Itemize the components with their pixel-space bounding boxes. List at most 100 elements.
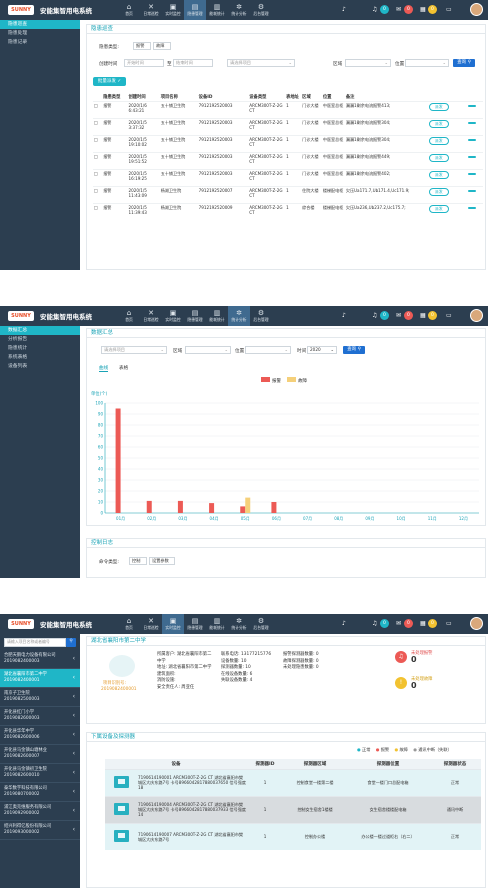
nav-daily-inspection[interactable]: ✕ 日常巡检 bbox=[140, 306, 162, 326]
nav-realtime-monitor[interactable]: ▣ 实时监控 bbox=[162, 0, 184, 20]
avatar[interactable] bbox=[470, 309, 483, 322]
command-setparam-option[interactable]: 设置参数 bbox=[149, 557, 175, 565]
more-button[interactable] bbox=[467, 156, 476, 158]
volume-icon[interactable]: ♪ bbox=[342, 619, 346, 629]
screen-icon[interactable]: ▭ bbox=[446, 619, 452, 629]
tree-item[interactable]: 南京子卫生院 2019082500003 ‹ bbox=[0, 688, 80, 707]
bell-icon[interactable]: ♫ bbox=[372, 619, 377, 629]
sidebar-item-tables[interactable]: 系统表格 bbox=[0, 353, 80, 362]
tree-item[interactable]: 开化县马金镇初卫生院 2019082600010 ‹ bbox=[0, 764, 80, 783]
row-checkbox[interactable]: □ bbox=[93, 152, 103, 170]
nav-hazard-management[interactable]: ▤ 隐患管理 bbox=[184, 306, 206, 326]
tree-item[interactable]: 开化县红门小学 2019082600003 ‹ bbox=[0, 707, 80, 726]
volume-icon[interactable]: ♪ bbox=[342, 311, 346, 321]
tab-table[interactable]: 表格 bbox=[119, 365, 128, 371]
tab-curve[interactable]: 曲线 bbox=[99, 365, 109, 372]
dispatch-button[interactable]: 派发 bbox=[428, 137, 449, 145]
nav-home[interactable]: ⌂ 首页 bbox=[118, 614, 140, 634]
dispatch-button[interactable]: 派发 bbox=[428, 154, 449, 162]
nav-realtime-monitor[interactable]: ▣ 实时监控 bbox=[162, 306, 184, 326]
more-button[interactable] bbox=[467, 207, 476, 209]
more-button[interactable] bbox=[467, 139, 476, 141]
sidebar-item-handling[interactable]: 隐患处理 bbox=[0, 29, 80, 38]
select-all-checkbox[interactable] bbox=[93, 93, 102, 102]
nav-admin[interactable]: ⚙ 后台管理 bbox=[250, 306, 272, 326]
row-checkbox[interactable]: □ bbox=[93, 135, 103, 153]
row-checkbox[interactable]: □ bbox=[93, 186, 103, 204]
nav-daily-inspection[interactable]: ✕ 日常巡检 bbox=[140, 614, 162, 634]
start-time-input[interactable]: 开始时间 bbox=[124, 59, 164, 67]
tree-item[interactable]: 开化县马金镇山塘林业 2019082600007 ‹ bbox=[0, 745, 80, 764]
nav-energy-stats[interactable]: ▥ 能耗统计 bbox=[206, 306, 228, 326]
grid-icon[interactable]: ▦ bbox=[420, 311, 426, 321]
nav-analysis[interactable]: ✲ 统计分析 bbox=[228, 614, 250, 634]
more-button[interactable] bbox=[467, 105, 476, 107]
project-select[interactable]: 请选择项目 ⌄ bbox=[101, 346, 167, 354]
sidebar-item-inspection[interactable]: 隐患巡查 bbox=[0, 20, 80, 29]
nav-admin[interactable]: ⚙ 后台管理 bbox=[250, 614, 272, 634]
sidebar-item-hazard-stats[interactable]: 隐患统计 bbox=[0, 344, 80, 353]
tree-item[interactable]: 浦江奥克维服务有限公司 2019092900002 ‹ bbox=[0, 802, 80, 821]
bell-icon[interactable]: ♫ bbox=[372, 5, 377, 15]
row-checkbox[interactable]: □ bbox=[93, 118, 103, 136]
dispatch-button[interactable]: 派发 bbox=[428, 171, 449, 179]
sidebar-item-report[interactable]: 分析报告 bbox=[0, 335, 80, 344]
grid-icon[interactable]: ▦ bbox=[420, 5, 426, 15]
screen-icon[interactable]: ▭ bbox=[446, 311, 452, 321]
sidebar-item-records[interactable]: 隐患记录 bbox=[0, 38, 80, 47]
project-search-input[interactable]: 请输入项目名称或者编号 bbox=[4, 638, 66, 647]
year-select[interactable]: 2020 ⌄ bbox=[307, 346, 337, 354]
nav-energy-stats[interactable]: ▥ 能耗统计 bbox=[206, 0, 228, 20]
table-row[interactable]: 7190614190007 ARCM300T-Z-2G CT 湖北省襄阳市樊城区… bbox=[105, 822, 481, 850]
type-alarm-option[interactable]: 报警 bbox=[133, 42, 151, 50]
dispatch-button[interactable]: 派发 bbox=[428, 120, 449, 128]
nav-admin[interactable]: ⚙ 后台管理 bbox=[250, 0, 272, 20]
bell-icon[interactable]: ♫ bbox=[372, 311, 377, 321]
tree-item[interactable]: 泰华数字科技有限公司 2019080700002 ‹ bbox=[0, 783, 80, 802]
search-icon[interactable]: ⚲ bbox=[66, 638, 76, 647]
avatar[interactable] bbox=[470, 3, 483, 16]
more-button[interactable] bbox=[467, 122, 476, 124]
nav-analysis[interactable]: ✲ 统计分析 bbox=[228, 0, 250, 20]
nav-hazard-management[interactable]: ▤ 隐患管理 bbox=[184, 614, 206, 634]
row-checkbox[interactable]: □ bbox=[93, 101, 103, 119]
nav-home[interactable]: ⌂ 首页 bbox=[118, 306, 140, 326]
tree-item[interactable]: 绍兴利得亿股份有限公司 2019093000002 ‹ bbox=[0, 821, 80, 840]
sidebar-item-devices[interactable]: 设备列表 bbox=[0, 362, 80, 371]
mail-icon[interactable]: ✉ bbox=[396, 311, 401, 321]
grid-icon[interactable]: ▦ bbox=[420, 619, 426, 629]
row-checkbox[interactable]: □ bbox=[93, 169, 103, 187]
dispatch-button[interactable]: 派发 bbox=[428, 103, 449, 111]
nav-home[interactable]: ⌂ 首页 bbox=[118, 0, 140, 20]
sidebar-item-summary[interactable]: 数据汇总 bbox=[0, 326, 80, 335]
row-checkbox[interactable]: □ bbox=[93, 203, 103, 221]
table-row[interactable]: 7190614190004 ARCM300T-Z-2G CT 湖北省襄阳市樊城区… bbox=[105, 795, 481, 823]
more-button[interactable] bbox=[467, 173, 476, 175]
type-fault-option[interactable]: 故障 bbox=[153, 42, 171, 50]
screen-icon[interactable]: ▭ bbox=[446, 5, 452, 15]
nav-realtime-monitor[interactable]: ▣ 实时监控 bbox=[162, 614, 184, 634]
more-button[interactable] bbox=[467, 190, 476, 192]
area-select[interactable]: ⌄ bbox=[345, 59, 391, 67]
command-control-option[interactable]: 控制 bbox=[129, 557, 147, 565]
nav-daily-inspection[interactable]: ✕ 日常巡检 bbox=[140, 0, 162, 20]
table-row[interactable]: 7190614190001 ARCM300T-Z-2G CT 湖北省襄阳市樊城区… bbox=[105, 768, 481, 796]
query-button[interactable]: 查询 ⚲ bbox=[453, 59, 475, 67]
batch-dispatch-button[interactable]: 批量派发 ✓ bbox=[93, 77, 126, 86]
tree-item[interactable]: 开化县华年中学 2019082600006 ‹ bbox=[0, 726, 80, 745]
nav-analysis[interactable]: ✲ 统计分析 bbox=[228, 306, 250, 326]
position-select[interactable]: ⌄ bbox=[405, 59, 449, 67]
dispatch-button[interactable]: 派发 bbox=[428, 188, 449, 196]
volume-icon[interactable]: ♪ bbox=[342, 5, 346, 15]
query-button[interactable]: 查询 ⚲ bbox=[343, 346, 365, 354]
nav-hazard-management[interactable]: ▤ 隐患管理 bbox=[184, 0, 206, 20]
project-select[interactable]: 请选择项目 ⌄ bbox=[227, 59, 295, 67]
tree-item[interactable]: 湖北省襄阳市第二中学 2019082400001 ‹ bbox=[0, 669, 80, 688]
avatar[interactable] bbox=[470, 617, 483, 630]
position-select[interactable]: ⌄ bbox=[245, 346, 291, 354]
tree-item[interactable]: 合肥天鹅电力设备有限公司 2019082400003 ‹ bbox=[0, 650, 80, 669]
area-select[interactable]: ⌄ bbox=[185, 346, 231, 354]
mail-icon[interactable]: ✉ bbox=[396, 619, 401, 629]
nav-energy-stats[interactable]: ▥ 能耗统计 bbox=[206, 614, 228, 634]
dispatch-button[interactable]: 派发 bbox=[428, 205, 449, 213]
